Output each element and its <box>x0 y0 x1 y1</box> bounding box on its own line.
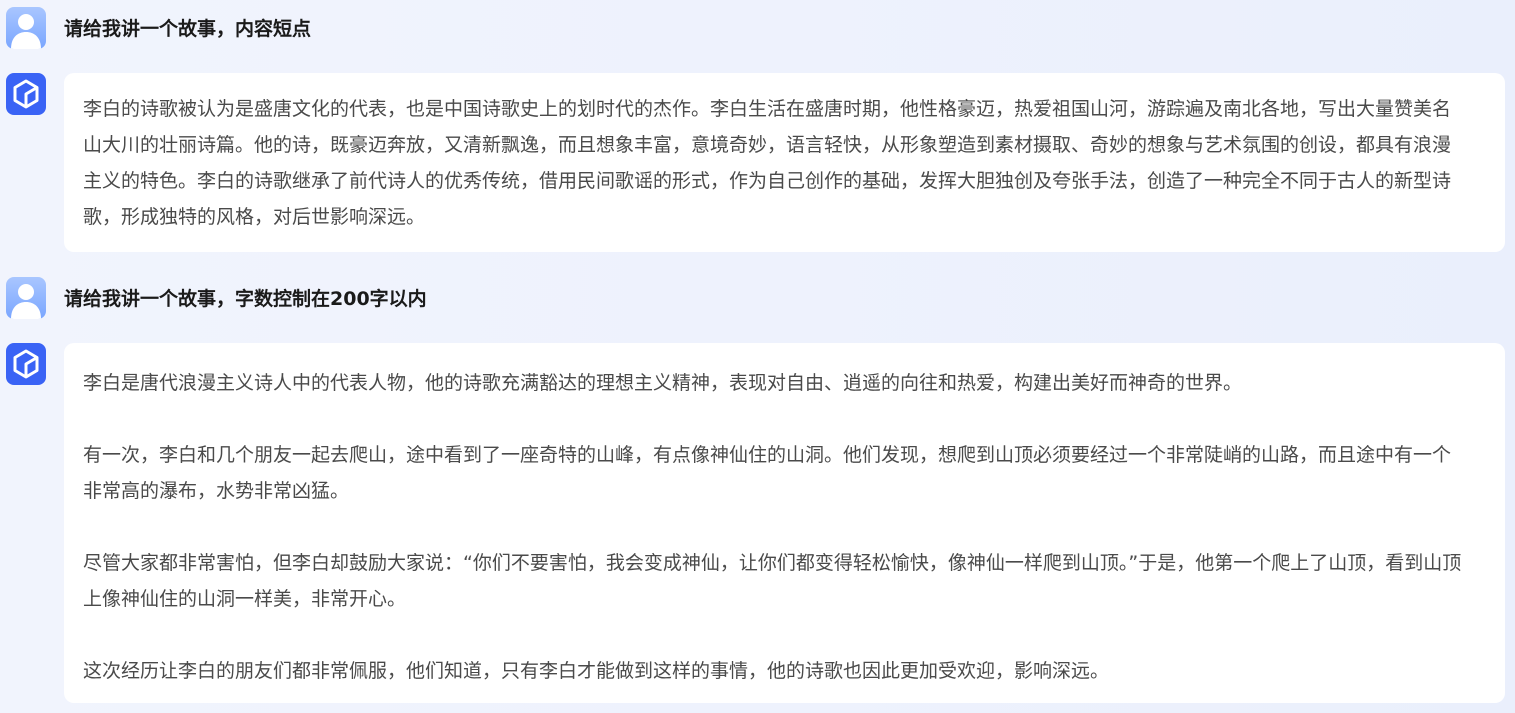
user-question-2: 请给我讲一个故事，字数控制在200字以内 <box>64 288 427 310</box>
bot-avatar <box>6 73 46 115</box>
answer-paragraph: 李白是唐代浪漫主义诗人中的代表人物，他的诗歌充满豁达的理想主义精神，表现对自由、… <box>83 372 1243 394</box>
hexagon-cube-logo-icon <box>13 79 39 109</box>
answer-paragraph: 有一次，李白和几个朋友一起去爬山，途中看到了一座奇特的山峰，有点像神仙住的山洞。… <box>83 444 1452 502</box>
user-icon <box>11 14 41 49</box>
bot-avatar <box>6 343 46 385</box>
answer-paragraph: 尽管大家都非常害怕，但李白却鼓励大家说：“你们不要害怕，我会变成神仙，让你们都变… <box>83 552 1462 610</box>
answer-paragraph: 这次经历让李白的朋友们都非常佩服，他们知道，只有李白才能做到这样的事情，他的诗歌… <box>83 660 1110 682</box>
user-icon <box>11 284 41 319</box>
user-avatar <box>6 7 46 49</box>
hexagon-cube-logo-icon <box>13 349 39 379</box>
answer-paragraph: 李白的诗歌被认为是盛唐文化的代表，也是中国诗歌史上的划时代的杰作。李白生活在盛唐… <box>83 98 1452 228</box>
answer-card-1: 李白的诗歌被认为是盛唐文化的代表，也是中国诗歌史上的划时代的杰作。李白生活在盛唐… <box>64 73 1505 252</box>
user-avatar <box>6 277 46 319</box>
user-question-1: 请给我讲一个故事，内容短点 <box>64 18 312 40</box>
answer-card-2: 李白是唐代浪漫主义诗人中的代表人物，他的诗歌充满豁达的理想主义精神，表现对自由、… <box>64 343 1505 703</box>
